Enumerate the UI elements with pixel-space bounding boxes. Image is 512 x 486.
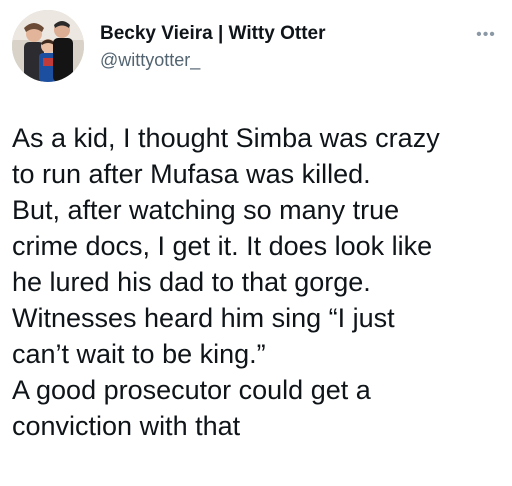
tweet-text-line: he lured his dad to that gorge. [12, 267, 371, 297]
avatar[interactable] [12, 10, 84, 82]
tweet-text-line: As a kid, I thought Simba was crazy [12, 123, 440, 153]
tweet-card: Becky Vieira | Witty Otter @wittyotter_ … [0, 0, 512, 486]
tweet-text-line: Witnesses heard him sing “I just [12, 303, 395, 333]
tweet-text-line: to run after Mufasa was killed. [12, 159, 371, 189]
tweet-header: Becky Vieira | Witty Otter @wittyotter_ … [12, 10, 500, 86]
tweet-text-line: crime docs, I get it. It does look like [12, 231, 433, 261]
author-handle[interactable]: @wittyotter_ [100, 48, 326, 72]
tweet-text-line: can’t wait to be king.” [12, 339, 266, 369]
tweet-text-line: conviction with that [12, 411, 241, 441]
tweet-text-line: But, after watching so many true [12, 195, 400, 225]
tweet-text: As a kid, I thought Simba was crazy to r… [12, 120, 504, 444]
family-photo-avatar-icon [12, 10, 84, 82]
author-block: Becky Vieira | Witty Otter @wittyotter_ [100, 22, 326, 72]
more-options-icon[interactable]: ••• [474, 27, 498, 43]
author-display-name[interactable]: Becky Vieira | Witty Otter [100, 22, 326, 46]
tweet-text-line: A good prosecutor could get a [12, 375, 371, 405]
